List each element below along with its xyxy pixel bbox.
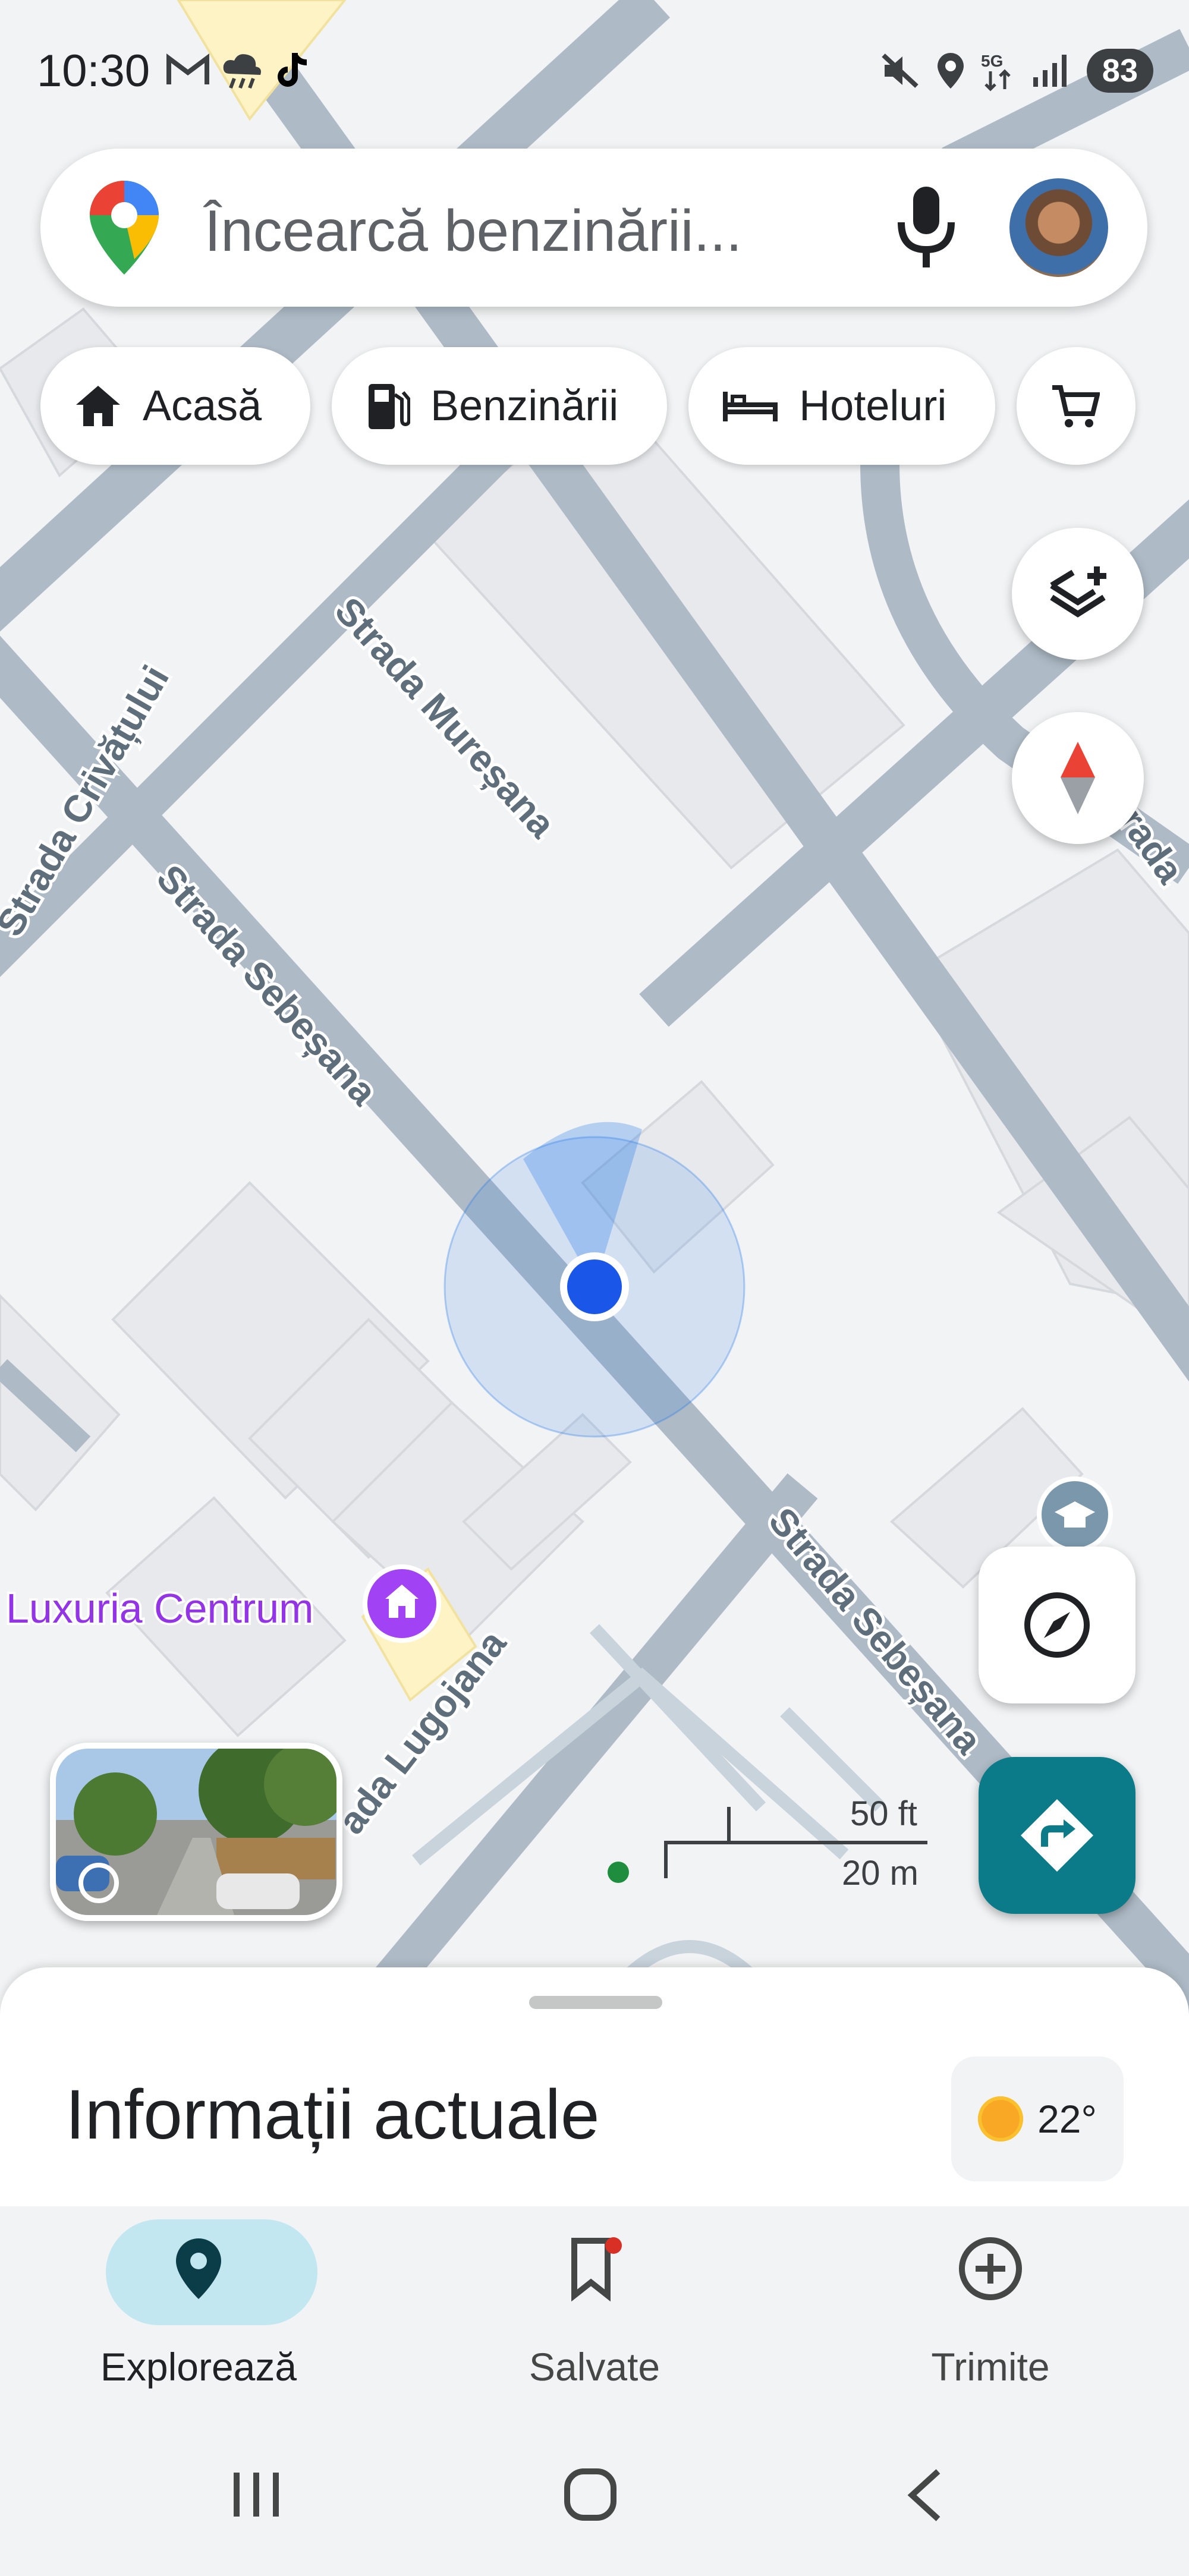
avatar[interactable] (1009, 178, 1108, 277)
chip-label: Benzinării (430, 382, 619, 430)
explore-nearby-button[interactable] (979, 1547, 1135, 1703)
chip-gas-stations[interactable]: Benzinării (332, 347, 668, 465)
map-poi-dot (608, 1862, 629, 1883)
scale-metric-label: 20 m (842, 1854, 919, 1892)
nav-label-saved: Salvate (529, 2345, 660, 2389)
chip-label: Hoteluri (799, 382, 947, 430)
status-bar: 10:30 5G 83 (0, 0, 1189, 143)
home-button-icon[interactable] (562, 2467, 618, 2523)
chip-label: Acasă (143, 382, 262, 430)
5g-icon: 5G (981, 52, 1011, 92)
weather-chip[interactable]: 22° (951, 2057, 1124, 2181)
bottom-navigation: Explorează Salvate Trimite (0, 2206, 1189, 2416)
sheet-drag-handle[interactable] (529, 1996, 662, 2009)
system-navigation-bar (0, 2416, 1189, 2576)
back-icon[interactable] (902, 2467, 944, 2524)
scale-imperial-label: 50 ft (850, 1794, 917, 1833)
recents-icon[interactable] (229, 2468, 283, 2521)
directions-button[interactable] (979, 1757, 1135, 1914)
school-marker-icon[interactable] (1037, 1476, 1113, 1552)
compass-icon (1061, 742, 1095, 814)
mic-icon[interactable] (897, 184, 956, 271)
chip-hotels[interactable]: Hoteluri (688, 347, 996, 465)
bookmark-icon (571, 2237, 622, 2301)
weather-icon (223, 54, 261, 89)
svg-text:5G: 5G (981, 52, 1003, 70)
battery-indicator: 83 (1086, 49, 1153, 93)
search-bar[interactable]: Încearcă benzinării... (40, 149, 1147, 307)
chip-shopping[interactable] (1017, 347, 1136, 465)
maps-pin-icon (90, 181, 159, 275)
nav-explore[interactable]: Explorează (50, 2206, 347, 2416)
nav-label-contribute: Trimite (931, 2345, 1050, 2389)
status-time: 10:30 (37, 46, 150, 96)
street-view-thumbnail[interactable] (50, 1743, 342, 1921)
nav-contribute[interactable]: Trimite (842, 2206, 1139, 2416)
location-pin-icon (176, 2238, 221, 2299)
add-circle-icon (959, 2237, 1022, 2300)
bottom-sheet[interactable]: Informații actuale 22° (0, 1967, 1189, 2217)
sun-icon (978, 2096, 1024, 2142)
tiktok-icon (278, 53, 307, 87)
gas-station-icon (369, 384, 411, 429)
bed-icon (723, 392, 778, 421)
temperature: 22° (1037, 2097, 1097, 2141)
explore-icon (1024, 1592, 1090, 1658)
compass-button[interactable] (1012, 712, 1144, 844)
signal-icon (1033, 55, 1067, 87)
directions-icon (1021, 1799, 1093, 1872)
street-view-image (56, 1749, 336, 1915)
chip-home[interactable]: Acasă (40, 347, 311, 465)
cart-icon (1052, 385, 1100, 427)
nav-saved[interactable]: Salvate (446, 2206, 743, 2416)
home-icon (76, 386, 120, 426)
mute-icon (882, 53, 919, 88)
layers-icon (1050, 566, 1106, 618)
search-input[interactable]: Încearcă benzinării... (205, 197, 742, 264)
place-marker-icon[interactable] (363, 1564, 441, 1643)
sheet-title: Informații actuale (65, 2076, 600, 2154)
place-label[interactable]: Luxuria Centrum (4, 1583, 316, 1634)
layers-button[interactable] (1012, 528, 1144, 660)
location-icon (937, 53, 964, 89)
category-chips: Acasă Benzinării Hoteluri (40, 347, 1136, 465)
nav-label-explore: Explorează (100, 2345, 297, 2389)
gmail-icon (166, 53, 209, 84)
